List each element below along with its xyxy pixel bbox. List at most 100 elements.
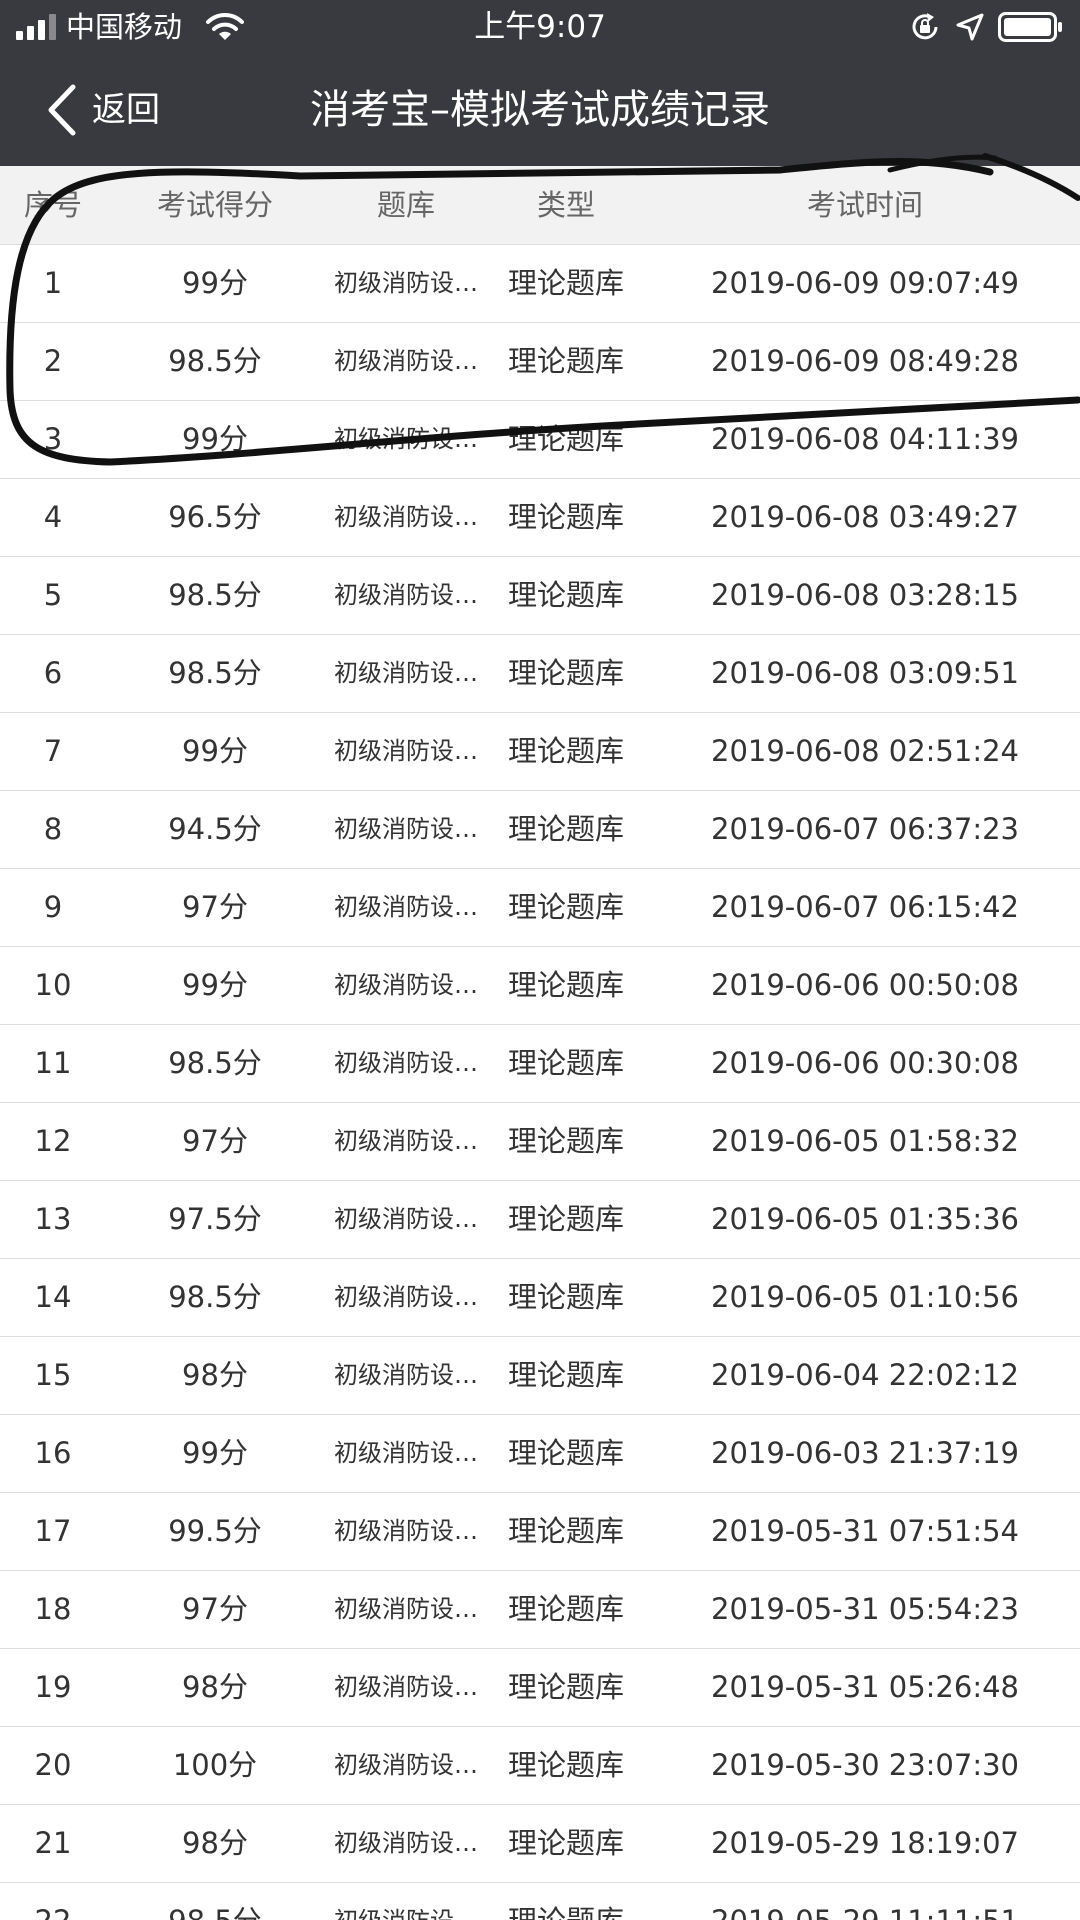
row-question-bank: 初级消防设… [334,269,478,297]
table-row[interactable]: 4 96.5分 初级消防设… 理论题库 2019-06-08 03:49:27 [0,479,1080,557]
table-row[interactable]: 13 97.5分 初级消防设… 理论题库 2019-06-05 01:35:36 [0,1181,1080,1259]
table-row[interactable]: 18 97分 初级消防设… 理论题库 2019-05-31 05:54:23 [0,1571,1080,1649]
table-row[interactable]: 16 99分 初级消防设… 理论题库 2019-06-03 21:37:19 [0,1415,1080,1493]
row-exam-time: 2019-06-05 01:58:32 [711,1124,1019,1158]
table-row[interactable]: 19 98分 初级消防设… 理论题库 2019-05-31 05:26:48 [0,1649,1080,1727]
row-score: 98.5分 [168,578,262,612]
row-index: 21 [34,1826,72,1860]
table-row[interactable]: 15 98分 初级消防设… 理论题库 2019-06-04 22:02:12 [0,1337,1080,1415]
row-type: 理论题库 [507,1514,624,1548]
column-header-score: 考试得分 [156,188,273,222]
table-row[interactable]: 20 100分 初级消防设… 理论题库 2019-05-30 23:07:30 [0,1727,1080,1805]
table-row[interactable]: 21 98分 初级消防设… 理论题库 2019-05-29 18:19:07 [0,1805,1080,1883]
exam-records-page: 中国移动 上午9:07 返回 消考宝–模拟考试成绩记录 序号 考试得分 题库 类… [0,0,1080,1920]
row-question-bank: 初级消防设… [334,1673,478,1701]
row-score: 98分 [182,1358,248,1392]
row-index: 18 [34,1592,72,1626]
row-question-bank: 初级消防设… [334,503,478,531]
app-header: 中国移动 上午9:07 返回 消考宝–模拟考试成绩记录 [0,0,1080,166]
row-exam-time: 2019-06-05 01:35:36 [711,1202,1019,1236]
table-row[interactable]: 1 99分 初级消防设… 理论题库 2019-06-09 09:07:49 [0,245,1080,323]
row-score: 98.5分 [168,1280,262,1314]
row-question-bank: 初级消防设… [334,1595,478,1623]
carrier-name: 中国移动 [66,10,183,44]
row-exam-time: 2019-06-09 08:49:28 [711,344,1019,378]
row-type: 理论题库 [507,422,624,456]
row-question-bank: 初级消防设… [334,1049,478,1077]
row-score: 99分 [182,266,248,300]
orientation-lock-icon [912,13,938,40]
row-index: 6 [43,656,63,690]
row-score: 98分 [182,1670,248,1704]
row-type: 理论题库 [507,1826,624,1860]
row-exam-time: 2019-06-08 04:11:39 [711,422,1019,456]
row-score: 99.5分 [168,1514,262,1548]
row-question-bank: 初级消防设… [334,581,478,609]
status-bar: 中国移动 上午9:07 [0,0,1080,54]
table-row[interactable]: 11 98.5分 初级消防设… 理论题库 2019-06-06 00:30:08 [0,1025,1080,1103]
column-header-bank: 题库 [376,188,435,222]
row-index: 2 [43,344,63,378]
table-row[interactable]: 14 98.5分 初级消防设… 理论题库 2019-06-05 01:10:56 [0,1259,1080,1337]
row-index: 17 [34,1514,72,1548]
table-row[interactable]: 9 97分 初级消防设… 理论题库 2019-06-07 06:15:42 [0,869,1080,947]
back-label: 返回 [92,90,160,130]
row-score: 94.5分 [168,812,262,846]
row-score: 98分 [182,1826,248,1860]
row-type: 理论题库 [507,1592,624,1626]
row-question-bank: 初级消防设… [334,659,478,687]
table-row[interactable]: 12 97分 初级消防设… 理论题库 2019-06-05 01:58:32 [0,1103,1080,1181]
navigation-bar: 返回 消考宝–模拟考试成绩记录 [0,54,1080,166]
row-index: 14 [34,1280,72,1314]
row-index: 1 [43,266,63,300]
table-row[interactable]: 3 99分 初级消防设… 理论题库 2019-06-08 04:11:39 [0,401,1080,479]
table-row[interactable]: 8 94.5分 初级消防设… 理论题库 2019-06-07 06:37:23 [0,791,1080,869]
row-question-bank: 初级消防设… [334,425,478,453]
column-header-time: 考试时间 [806,188,923,222]
row-exam-time: 2019-05-29 18:19:07 [711,1826,1019,1860]
back-button[interactable]: 返回 [44,80,160,140]
row-exam-time: 2019-05-31 07:51:54 [711,1514,1019,1548]
row-question-bank: 初级消防设… [334,1283,478,1311]
row-score: 98.5分 [168,656,262,690]
row-type: 理论题库 [507,344,624,378]
row-exam-time: 2019-05-31 05:54:23 [711,1592,1019,1626]
table-row[interactable]: 22 98.5分初级消防设…理论题库 2019-05-29 11:11:51 [0,1883,1080,1920]
wifi-icon [206,12,244,40]
row-index: 5 [43,578,63,612]
table-row[interactable]: 6 98.5分 初级消防设… 理论题库 2019-06-08 03:09:51 [0,635,1080,713]
row-exam-time: 2019-06-08 03:28:15 [711,578,1019,612]
table-row[interactable]: 17 99.5分 初级消防设… 理论题库 2019-05-31 07:51:54 [0,1493,1080,1571]
row-question-bank: 初级消防设… [334,737,478,765]
row-score: 100分 [172,1748,258,1782]
row-index: 3 [43,422,63,456]
row-score: 96.5分 [168,500,262,534]
row-score: 99分 [182,968,248,1002]
back-chevron-icon [48,84,76,136]
row-exam-time: 2019-05-30 23:07:30 [711,1748,1019,1782]
row-type: 理论题库 [507,500,624,534]
row-exam-time: 2019-06-09 09:07:49 [711,266,1019,300]
table-row[interactable]: 7 99分 初级消防设… 理论题库 2019-06-08 02:51:24 [0,713,1080,791]
row-index: 7 [43,734,63,768]
row-exam-time: 2019-06-06 00:30:08 [711,1046,1019,1080]
row-score: 98.5分 [110,1883,320,1920]
table-row[interactable]: 10 99分 初级消防设… 理论题库 2019-06-06 00:50:08 [0,947,1080,1025]
row-exam-time: 2019-06-04 22:02:12 [711,1358,1019,1392]
records-list[interactable]: 1 99分 初级消防设… 理论题库 2019-06-09 09:07:49 2 98.5分初… [0,245,1080,1920]
table-header: 序号 考试得分 题库 类型 考试时间 [0,166,1080,245]
table-row[interactable]: 2 98.5分 初级消防设… 理论题库 2019-06-09 08:49:28 [0,323,1080,401]
row-question-bank: 初级消防设… [322,1883,490,1920]
row-type: 理论题库 [507,890,624,924]
row-type: 理论题库 [507,578,624,612]
row-index: 8 [43,812,63,846]
row-score: 99分 [182,734,248,768]
row-score: 98.5分 [168,344,262,378]
row-exam-time: 2019-06-05 01:10:56 [711,1280,1019,1314]
row-score: 97.5分 [168,1202,262,1236]
table-row[interactable]: 5 98.5分 初级消防设… 理论题库 2019-06-08 03:28:15 [0,557,1080,635]
row-type: 理论题库 [507,812,624,846]
row-type: 理论题库 [507,1280,624,1314]
row-score: 99分 [182,1436,248,1470]
row-question-bank: 初级消防设… [334,1517,478,1545]
